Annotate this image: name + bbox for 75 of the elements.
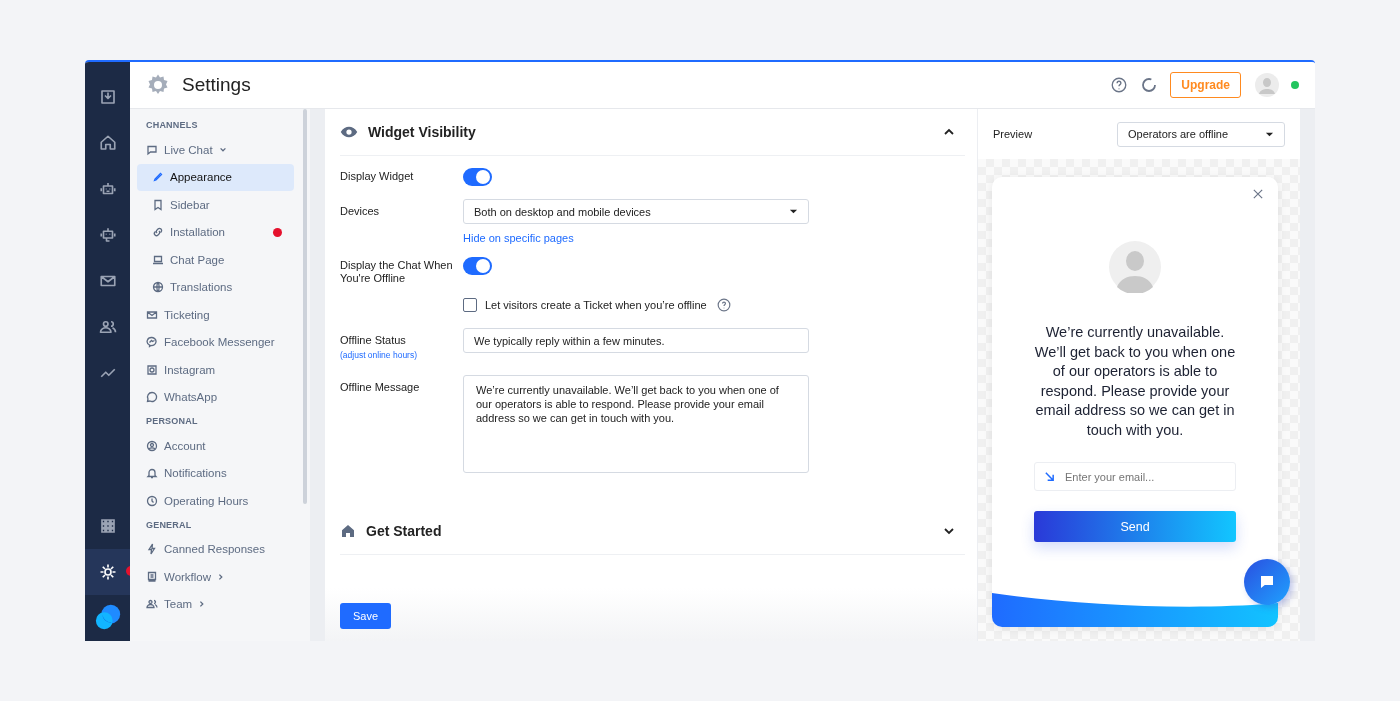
clock-icon bbox=[146, 494, 158, 507]
save-button[interactable]: Save bbox=[340, 603, 392, 629]
page-title: Settings bbox=[182, 74, 251, 96]
section-heading: GENERAL bbox=[145, 518, 193, 532]
checkbox-label: Let visitors create a Ticket when you’re offline bbox=[485, 299, 707, 311]
preview-dropdown[interactable]: Operators are offline bbox=[1117, 121, 1285, 147]
offline-status-input[interactable]: We typically reply within a few minutes. bbox=[463, 328, 809, 353]
checkbox[interactable] bbox=[463, 298, 477, 312]
sidebar-item[interactable]: Chat Page bbox=[137, 246, 294, 274]
sidebar-item[interactable]: Translations bbox=[137, 273, 294, 301]
people-icon bbox=[98, 318, 117, 336]
offline-message: We’re currently unavailable. We’ll get back to you when one of our operators is able to respond. Please provide your email address so we can get in touch with you. bbox=[1033, 323, 1237, 440]
help-icon[interactable] bbox=[716, 298, 731, 312]
sidebar-item[interactable]: Notifications bbox=[137, 459, 294, 487]
chat-icon bbox=[1258, 573, 1276, 591]
bot-icon bbox=[98, 226, 117, 244]
sidebar-item[interactable]: Instagram bbox=[137, 356, 294, 384]
bolt-icon bbox=[146, 543, 158, 556]
sidebar-item[interactable]: Account bbox=[137, 432, 294, 460]
sidebar-item[interactable]: Sidebar bbox=[137, 191, 294, 219]
sidebar-item[interactable]: Workflow bbox=[137, 563, 294, 591]
brush-icon bbox=[152, 171, 164, 184]
sidebar-item[interactable]: Installation bbox=[137, 218, 294, 246]
preview-label: Preview bbox=[993, 128, 1033, 140]
loading-icon[interactable] bbox=[1140, 76, 1159, 94]
sidebar-item[interactable]: Team bbox=[137, 590, 294, 618]
mail-icon bbox=[146, 308, 158, 321]
camera-icon bbox=[146, 363, 158, 376]
field-label: Offline Message bbox=[340, 381, 421, 394]
chat-icon bbox=[146, 143, 158, 156]
section-heading: CHANNELS bbox=[145, 119, 199, 132]
link-icon bbox=[152, 226, 164, 239]
sidebar-item[interactable]: WhatsApp bbox=[137, 383, 294, 411]
devices-dropdown[interactable]: Both on desktop and mobile devices bbox=[463, 199, 809, 224]
toggle-switch[interactable] bbox=[463, 168, 492, 186]
home-icon bbox=[98, 134, 117, 152]
close-icon[interactable] bbox=[1253, 189, 1263, 199]
messenger-icon bbox=[146, 336, 158, 349]
sidebar-item[interactable]: Appearance bbox=[137, 163, 294, 191]
field-label: Offline Status bbox=[340, 334, 407, 347]
field-label: Display Widget bbox=[340, 170, 415, 183]
logo-icon[interactable] bbox=[93, 603, 122, 631]
bookmark-icon bbox=[152, 198, 164, 211]
laptop-icon bbox=[152, 253, 164, 266]
scrollbar[interactable] bbox=[303, 109, 307, 504]
field-label: Devices bbox=[340, 205, 381, 218]
inbox-icon bbox=[98, 88, 117, 106]
grid-icon bbox=[98, 517, 117, 535]
user-icon bbox=[146, 439, 158, 452]
section-header[interactable]: Get Started bbox=[340, 508, 965, 555]
field-label: Display the Chat When You're Offline bbox=[340, 259, 454, 285]
sidebar-item[interactable]: Live Chat bbox=[137, 136, 294, 164]
sidebar-item[interactable]: Operating Hours bbox=[137, 487, 294, 515]
send-button[interactable]: Send bbox=[1034, 511, 1236, 542]
people-icon bbox=[146, 598, 158, 611]
sidebar-item[interactable]: Ticketing bbox=[137, 301, 294, 329]
offline-message-textarea[interactable]: We’re currently unavailable. We’ll get back to you when one of our operators is able to respond. Please provide your email address so we can get in touch with you. bbox=[463, 375, 809, 473]
sidebar-item[interactable]: Canned Responses bbox=[137, 535, 294, 563]
caret-icon bbox=[789, 207, 798, 216]
settings-icon bbox=[98, 563, 117, 581]
nav-button[interactable] bbox=[85, 549, 130, 595]
sidebar-item[interactable]: Facebook Messenger bbox=[137, 328, 294, 356]
hide-pages-link[interactable]: Hide on specific pages bbox=[463, 232, 809, 244]
section-heading: PERSONAL bbox=[145, 415, 199, 428]
phone-icon bbox=[146, 391, 158, 404]
help-icon[interactable] bbox=[1110, 76, 1129, 94]
adjust-hours-link[interactable]: (adjust online hours) bbox=[340, 349, 463, 362]
globe-icon bbox=[152, 281, 164, 294]
home-icon bbox=[340, 523, 356, 539]
avatar-silhouette bbox=[1109, 241, 1161, 293]
email-field[interactable]: Enter your email... bbox=[1034, 462, 1236, 491]
toggle-switch[interactable] bbox=[463, 257, 492, 275]
section-header[interactable]: Widget Visibility bbox=[340, 109, 965, 156]
arrow-icon bbox=[1044, 471, 1055, 482]
bell-icon bbox=[146, 467, 158, 480]
